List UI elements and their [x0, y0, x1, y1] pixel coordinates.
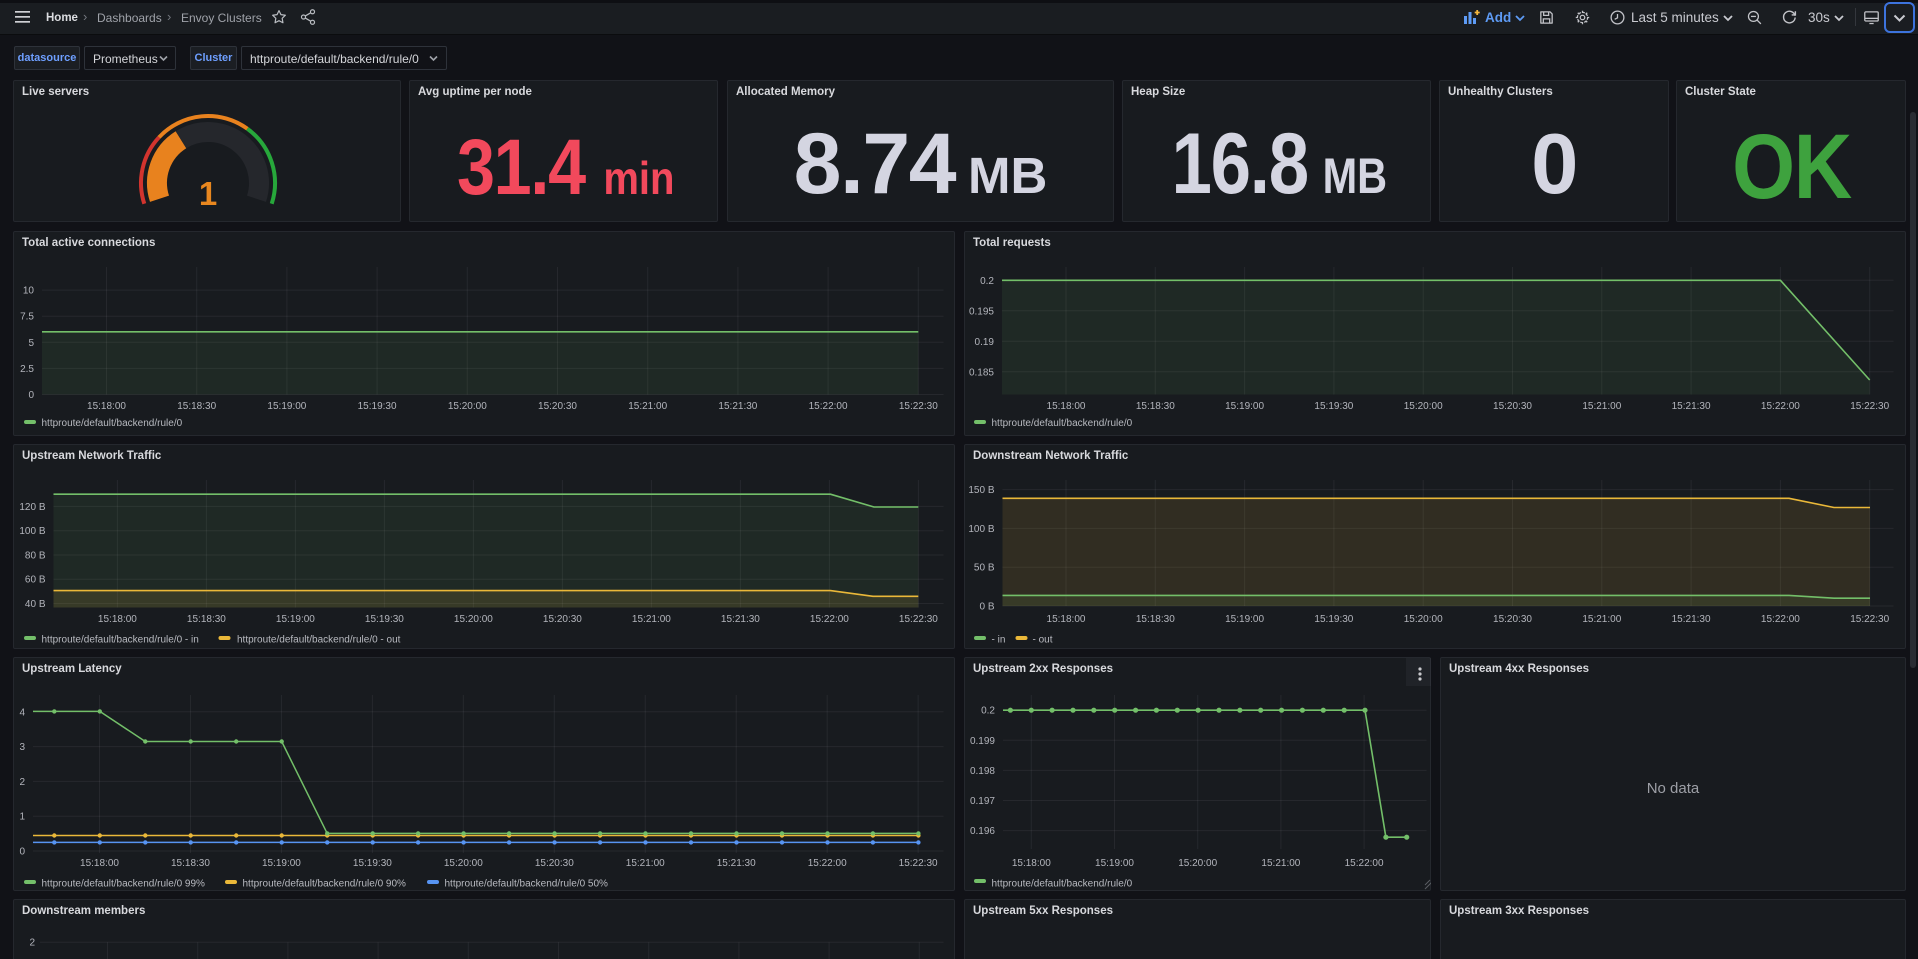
svg-text:15:21:00: 15:21:00 — [626, 858, 665, 869]
svg-text:15:20:30: 15:20:30 — [543, 614, 582, 625]
svg-text:0.197: 0.197 — [970, 796, 995, 807]
svg-text:15:19:30: 15:19:30 — [365, 614, 404, 625]
svg-text:15:18:30: 15:18:30 — [187, 614, 226, 625]
svg-text:3: 3 — [19, 742, 25, 753]
svg-text:15:19:30: 15:19:30 — [358, 401, 397, 412]
svg-text:15:22:30: 15:22:30 — [899, 401, 938, 412]
svg-text:0 B: 0 B — [979, 602, 994, 613]
svg-text:15:18:30: 15:18:30 — [177, 401, 216, 412]
svg-text:15:21:00: 15:21:00 — [632, 614, 671, 625]
svg-text:15:22:00: 15:22:00 — [1761, 614, 1800, 625]
svg-text:15:18:00: 15:18:00 — [80, 858, 119, 869]
svg-text:2: 2 — [29, 938, 35, 949]
svg-text:15:21:30: 15:21:30 — [1672, 401, 1711, 412]
svg-text:15:19:00: 15:19:00 — [267, 401, 306, 412]
svg-text:15:20:30: 15:20:30 — [1493, 614, 1532, 625]
svg-text:15:19:00: 15:19:00 — [1225, 614, 1264, 625]
svg-text:15:22:30: 15:22:30 — [1850, 614, 1889, 625]
svg-text:15:21:00: 15:21:00 — [1582, 614, 1621, 625]
svg-text:httproute/default/backend/rule: httproute/default/backend/rule/0 — [992, 418, 1133, 429]
svg-text:15:20:30: 15:20:30 — [538, 401, 577, 412]
svg-text:15:20:00: 15:20:00 — [444, 858, 483, 869]
svg-text:httproute/default/backend/rule: httproute/default/backend/rule/0 — [42, 418, 183, 429]
svg-text:15:21:00: 15:21:00 — [628, 401, 667, 412]
svg-text:1: 1 — [19, 812, 25, 823]
svg-text:120 B: 120 B — [19, 502, 45, 513]
svg-text:15:21:00: 15:21:00 — [1261, 858, 1300, 869]
svg-text:15:22:00: 15:22:00 — [809, 401, 848, 412]
svg-text:15:21:30: 15:21:30 — [718, 401, 757, 412]
svg-text:15:20:00: 15:20:00 — [1404, 401, 1443, 412]
svg-text:httproute/default/backend/rule: httproute/default/backend/rule/0 99% — [42, 879, 206, 890]
svg-text:15:21:30: 15:21:30 — [721, 614, 760, 625]
svg-text:httproute/default/backend/rule: httproute/default/backend/rule/0 - out — [237, 635, 401, 646]
svg-text:15:18:00: 15:18:00 — [1012, 858, 1051, 869]
svg-text:0.185: 0.185 — [969, 367, 994, 378]
svg-text:15:22:30: 15:22:30 — [899, 858, 938, 869]
svg-text:4: 4 — [19, 707, 25, 718]
svg-text:5: 5 — [28, 338, 34, 349]
svg-text:0.195: 0.195 — [969, 306, 994, 317]
svg-text:15:19:30: 15:19:30 — [1314, 401, 1353, 412]
svg-text:50 B: 50 B — [974, 563, 995, 574]
svg-text:100 B: 100 B — [19, 526, 45, 537]
svg-text:15:18:30: 15:18:30 — [171, 858, 210, 869]
svg-text:15:19:30: 15:19:30 — [353, 858, 392, 869]
svg-text:15:22:00: 15:22:00 — [808, 858, 847, 869]
svg-text:15:19:30: 15:19:30 — [1314, 614, 1353, 625]
svg-text:15:18:00: 15:18:00 — [1047, 401, 1086, 412]
svg-text:- out: - out — [1033, 635, 1053, 646]
svg-text:60 B: 60 B — [25, 575, 46, 586]
svg-text:100 B: 100 B — [968, 524, 994, 535]
svg-text:- in: - in — [992, 635, 1006, 646]
svg-text:15:20:00: 15:20:00 — [448, 401, 487, 412]
svg-text:15:22:00: 15:22:00 — [810, 614, 849, 625]
svg-text:httproute/default/backend/rule: httproute/default/backend/rule/0 50% — [445, 879, 609, 890]
svg-text:10: 10 — [23, 286, 35, 297]
svg-text:15:22:30: 15:22:30 — [1850, 401, 1889, 412]
svg-text:15:19:00: 15:19:00 — [1225, 401, 1264, 412]
svg-text:0: 0 — [28, 390, 34, 401]
svg-text:80 B: 80 B — [25, 551, 46, 562]
svg-text:150 B: 150 B — [968, 485, 994, 496]
svg-text:httproute/default/backend/rule: httproute/default/backend/rule/0 90% — [243, 879, 407, 890]
svg-text:15:20:30: 15:20:30 — [535, 858, 574, 869]
svg-text:15:21:30: 15:21:30 — [1672, 614, 1711, 625]
svg-text:15:19:00: 15:19:00 — [276, 614, 315, 625]
svg-text:15:22:00: 15:22:00 — [1761, 401, 1800, 412]
svg-text:7.5: 7.5 — [20, 312, 34, 323]
svg-text:15:20:00: 15:20:00 — [454, 614, 493, 625]
svg-text:0.2: 0.2 — [981, 706, 995, 717]
svg-text:0.19: 0.19 — [975, 337, 995, 348]
svg-text:15:22:30: 15:22:30 — [899, 614, 938, 625]
svg-text:2.5: 2.5 — [20, 364, 34, 375]
svg-text:15:20:30: 15:20:30 — [1493, 401, 1532, 412]
svg-text:15:22:00: 15:22:00 — [1345, 858, 1384, 869]
svg-text:1: 1 — [199, 175, 217, 212]
svg-text:httproute/default/backend/rule: httproute/default/backend/rule/0 — [992, 879, 1133, 890]
svg-text:0.2: 0.2 — [980, 276, 994, 287]
svg-text:15:18:00: 15:18:00 — [1047, 614, 1086, 625]
svg-text:0.199: 0.199 — [970, 736, 995, 747]
svg-text:0: 0 — [19, 847, 25, 858]
svg-text:15:21:00: 15:21:00 — [1582, 401, 1621, 412]
svg-text:0.196: 0.196 — [970, 826, 995, 837]
svg-text:15:18:30: 15:18:30 — [1136, 614, 1175, 625]
svg-text:2: 2 — [19, 777, 25, 788]
svg-text:15:18:30: 15:18:30 — [1136, 401, 1175, 412]
svg-text:15:20:00: 15:20:00 — [1178, 858, 1217, 869]
svg-text:15:20:00: 15:20:00 — [1404, 614, 1443, 625]
svg-text:httproute/default/backend/rule: httproute/default/backend/rule/0 - in — [42, 635, 199, 646]
svg-text:15:18:00: 15:18:00 — [87, 401, 126, 412]
svg-text:15:18:00: 15:18:00 — [98, 614, 137, 625]
svg-text:15:19:00: 15:19:00 — [1095, 858, 1134, 869]
svg-text:15:21:30: 15:21:30 — [717, 858, 756, 869]
svg-text:0.198: 0.198 — [970, 766, 995, 777]
svg-text:40 B: 40 B — [25, 599, 46, 610]
svg-text:15:19:00: 15:19:00 — [262, 858, 301, 869]
